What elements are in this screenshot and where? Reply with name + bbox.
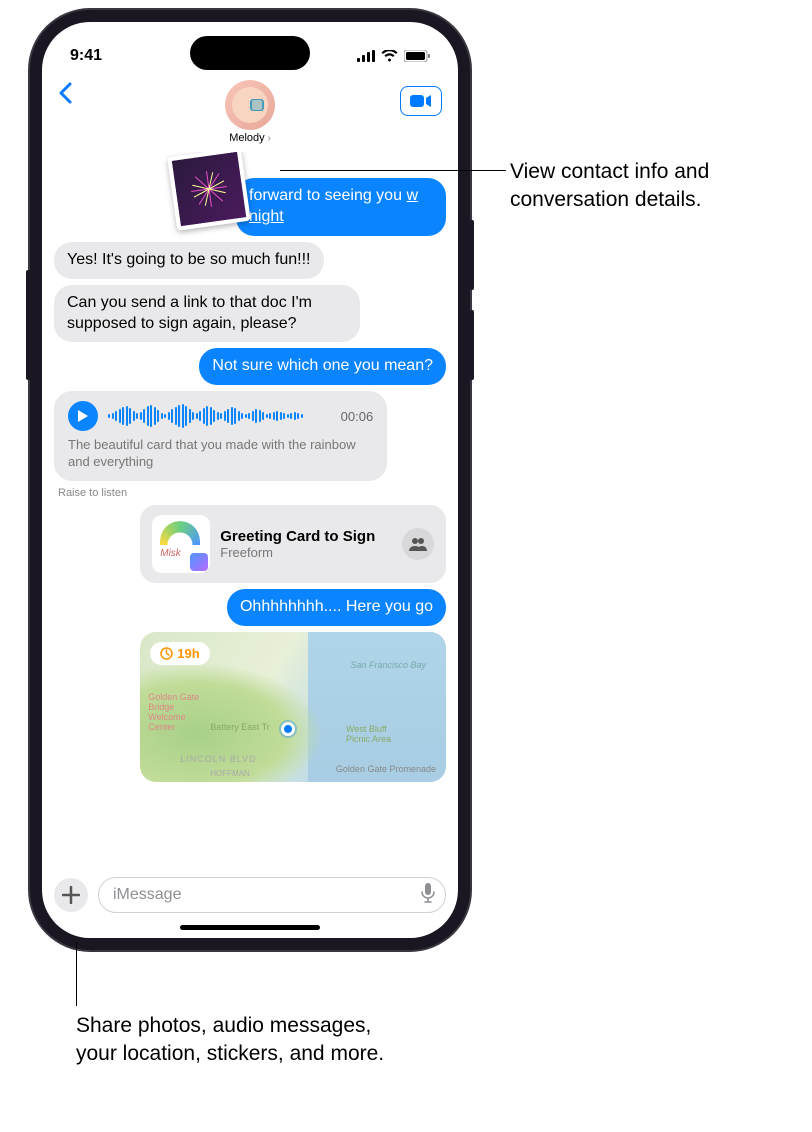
message-input[interactable]: iMessage — [98, 877, 446, 913]
video-icon — [410, 94, 432, 108]
card-subtitle: Freeform — [220, 545, 392, 560]
card-title: Greeting Card to Sign — [220, 528, 392, 545]
audio-waveform[interactable] — [108, 403, 331, 429]
sent-photo-message[interactable]: forward to seeing you w night — [172, 152, 446, 236]
message-input-bar: iMessage — [42, 869, 458, 919]
apps-button[interactable] — [54, 878, 88, 912]
play-icon — [77, 409, 89, 423]
wifi-icon — [381, 50, 398, 62]
screen: 9:41 Melody — [42, 22, 458, 938]
iphone-frame: 9:41 Melody — [30, 10, 470, 950]
home-indicator[interactable] — [180, 925, 320, 930]
status-time: 9:41 — [70, 47, 102, 65]
sent-message[interactable]: Ohhhhhhhh.... Here you go — [227, 589, 446, 626]
volume-down-button — [470, 310, 474, 380]
sent-message[interactable]: Not sure which one you mean? — [199, 348, 446, 385]
photo-attachment[interactable] — [167, 152, 251, 231]
received-message[interactable]: Yes! It's going to be so much fun!!! — [54, 242, 324, 279]
callout-text: View contact info and conversation detai… — [510, 158, 800, 215]
collaboration-icon[interactable] — [402, 528, 434, 560]
contact-header[interactable]: Melody — [225, 80, 275, 144]
location-time-badge: 19h — [150, 642, 209, 665]
audio-transcript: The beautiful card that you made with th… — [68, 437, 373, 471]
plus-icon — [62, 886, 80, 904]
location-pin — [281, 722, 295, 736]
location-message[interactable]: San Francisco Bay Golden Gate Bridge Wel… — [140, 632, 446, 782]
raise-to-listen-label: Raise to listen — [58, 487, 127, 499]
dynamic-island — [190, 36, 310, 70]
microphone-icon — [421, 883, 435, 903]
play-button[interactable] — [68, 401, 98, 431]
audio-duration: 00:06 — [341, 409, 374, 424]
contact-name-label: Melody — [229, 132, 271, 144]
dictation-button[interactable] — [421, 883, 435, 908]
callout-leader — [76, 942, 77, 1006]
contact-avatar — [225, 80, 275, 130]
battery-icon — [404, 50, 430, 62]
callout-text: Share photos, audio messages, your locat… — [76, 1012, 386, 1069]
freeform-card-message[interactable]: Misk Greeting Card to Sign Freeform — [140, 505, 446, 583]
nav-bar: Melody — [42, 76, 458, 152]
back-button[interactable] — [58, 80, 72, 111]
audio-message[interactable]: 00:06 The beautiful card that you made w… — [54, 391, 387, 481]
callout-leader — [280, 170, 506, 171]
cellular-icon — [357, 50, 375, 62]
power-button — [26, 270, 30, 380]
card-thumbnail: Misk — [152, 515, 210, 573]
facetime-button[interactable] — [400, 86, 442, 116]
conversation[interactable]: forward to seeing you w night Yes! It's … — [42, 152, 458, 869]
clock-icon — [160, 647, 173, 660]
volume-up-button — [470, 220, 474, 290]
received-message[interactable]: Can you send a link to that doc I'm supp… — [54, 285, 360, 343]
